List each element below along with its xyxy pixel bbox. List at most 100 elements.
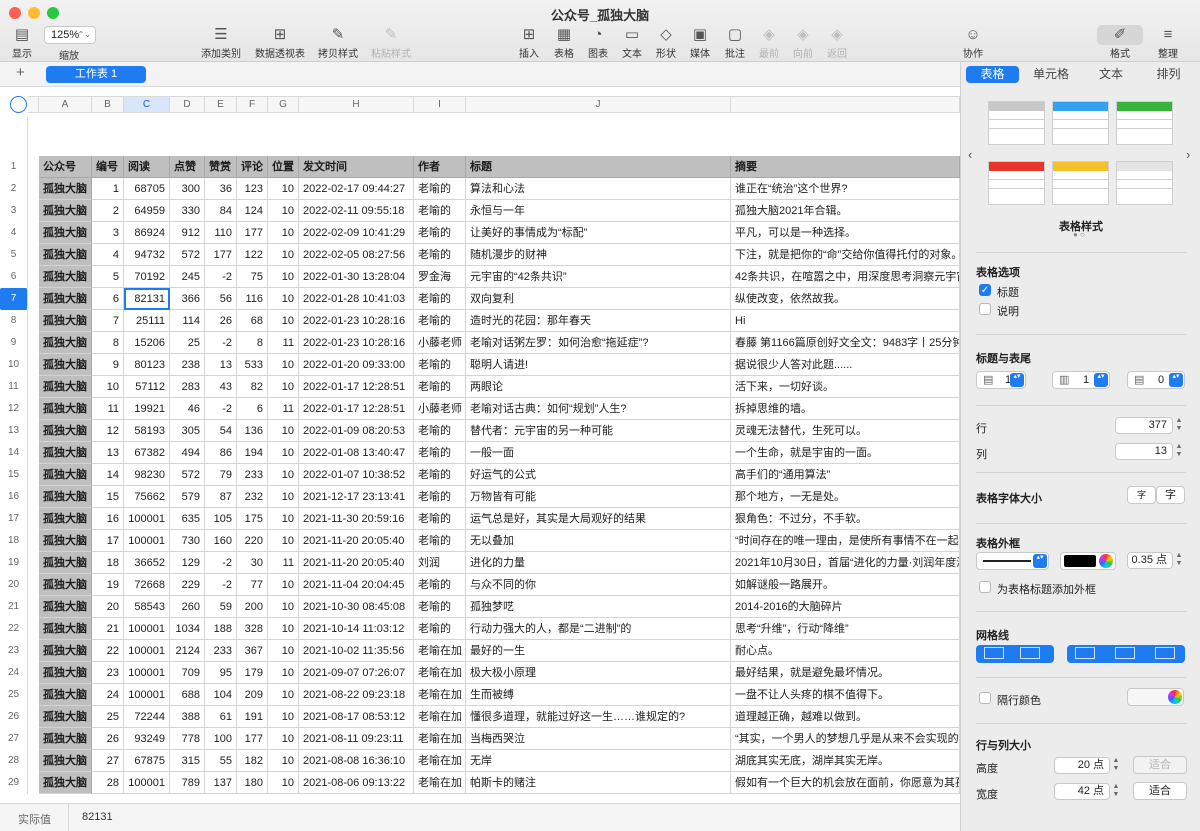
table-cell[interactable]: 10 bbox=[268, 244, 299, 266]
table-cell[interactable]: 283 bbox=[170, 376, 205, 398]
table-cell[interactable]: 10 bbox=[268, 772, 299, 794]
column-header-a[interactable]: A bbox=[39, 96, 92, 113]
row-header-cell[interactable]: 孤独大脑 bbox=[39, 266, 92, 288]
table-cell[interactable]: 72244 bbox=[124, 706, 170, 728]
table-cell[interactable]: 572 bbox=[170, 464, 205, 486]
line-width-stepper[interactable]: ▲ ▼ bbox=[1174, 552, 1184, 569]
table-cell[interactable]: 13 bbox=[205, 354, 237, 376]
table-cell[interactable]: 11 bbox=[268, 332, 299, 354]
table-cell[interactable]: 188 bbox=[205, 618, 237, 640]
row-header-cell[interactable]: 孤独大脑 bbox=[39, 706, 92, 728]
table-style-green[interactable] bbox=[1116, 101, 1173, 145]
table-cell[interactable]: 20 bbox=[92, 596, 124, 618]
table-cell[interactable]: 2022-01-07 10:38:52 bbox=[299, 464, 414, 486]
table-cell[interactable]: 2021-08-17 08:53:12 bbox=[299, 706, 414, 728]
table-cell[interactable]: 36 bbox=[205, 178, 237, 200]
table-cell[interactable]: 10 bbox=[268, 662, 299, 684]
add-category-button[interactable]: ☰ 添加类别 bbox=[199, 25, 243, 60]
row-header-cell[interactable]: 孤独大脑 bbox=[39, 310, 92, 332]
header-cell[interactable]: 位置 bbox=[268, 156, 299, 178]
table-cell[interactable]: 老喻的 bbox=[414, 486, 466, 508]
chart-button[interactable]: ◔ 图表 bbox=[586, 25, 610, 60]
row-number[interactable]: 25 bbox=[0, 684, 28, 706]
row-number[interactable]: 24 bbox=[0, 662, 28, 684]
table-cell[interactable]: 93249 bbox=[124, 728, 170, 750]
table-cell[interactable]: 13 bbox=[92, 442, 124, 464]
table-cell[interactable]: 95 bbox=[205, 662, 237, 684]
table-cell[interactable]: 假如有一个巨大的机会放在面前，你愿意为其孤 bbox=[731, 772, 960, 794]
table-cell[interactable]: 86924 bbox=[124, 222, 170, 244]
table-cell[interactable]: 元宇宙的“42条共识” bbox=[466, 266, 731, 288]
row-header-cell[interactable]: 孤独大脑 bbox=[39, 574, 92, 596]
rows-stepper[interactable]: ▲ ▼ bbox=[1174, 417, 1184, 434]
table-cell[interactable]: 730 bbox=[170, 530, 205, 552]
table-cell[interactable]: 46 bbox=[170, 398, 205, 420]
table-cell[interactable]: 330 bbox=[170, 200, 205, 222]
column-header-g[interactable]: G bbox=[268, 96, 299, 113]
tab-cell[interactable]: 单元格 bbox=[1023, 66, 1079, 83]
table-cell[interactable]: 帕斯卡的赌注 bbox=[466, 772, 731, 794]
table-cell[interactable]: 灵魂无法替代，生死可以。 bbox=[731, 420, 960, 442]
row-header-cell[interactable]: 孤独大脑 bbox=[39, 640, 92, 662]
table-cell[interactable]: 老喻的 bbox=[414, 618, 466, 640]
row-header-cell[interactable]: 孤独大脑 bbox=[39, 750, 92, 772]
table-cell[interactable]: 100001 bbox=[124, 772, 170, 794]
insert-button[interactable]: ⊞ 插入 bbox=[517, 25, 541, 60]
table-cell[interactable]: 10 bbox=[268, 574, 299, 596]
table-cell[interactable]: 56 bbox=[205, 288, 237, 310]
table-cell[interactable]: 2021-12-17 23:13:41 bbox=[299, 486, 414, 508]
row-header-cell[interactable]: 孤独大脑 bbox=[39, 552, 92, 574]
row-header-cell[interactable]: 孤独大脑 bbox=[39, 684, 92, 706]
table-cell[interactable]: 10 bbox=[268, 728, 299, 750]
row-header-cell[interactable]: 孤独大脑 bbox=[39, 244, 92, 266]
table-cell[interactable]: 10 bbox=[268, 508, 299, 530]
table-cell[interactable]: 无以叠加 bbox=[466, 530, 731, 552]
table-cell[interactable]: 260 bbox=[170, 596, 205, 618]
table-cell[interactable]: 10 bbox=[268, 530, 299, 552]
row-number[interactable]: 23 bbox=[0, 640, 28, 662]
row-number[interactable]: 20 bbox=[0, 574, 28, 596]
table-cell[interactable]: 10 bbox=[268, 464, 299, 486]
table-cell[interactable]: 77 bbox=[237, 574, 268, 596]
table-cell[interactable]: 据说很少人答对此题...... bbox=[731, 354, 960, 376]
table-cell[interactable]: 72668 bbox=[124, 574, 170, 596]
bring-front-button[interactable]: ◈ 最前 bbox=[757, 25, 781, 60]
table-cell[interactable]: 68 bbox=[237, 310, 268, 332]
table-cell[interactable]: 58193 bbox=[124, 420, 170, 442]
table-cell[interactable]: 刘润 bbox=[414, 552, 466, 574]
table-cell[interactable]: 100 bbox=[205, 728, 237, 750]
table-cell[interactable]: 2021-10-02 11:35:56 bbox=[299, 640, 414, 662]
table-cell[interactable]: 2022-02-09 10:41:29 bbox=[299, 222, 414, 244]
table-cell[interactable]: 27 bbox=[92, 750, 124, 772]
table-cell[interactable]: 110 bbox=[205, 222, 237, 244]
table-cell[interactable]: 67382 bbox=[124, 442, 170, 464]
table-cell[interactable]: 2022-01-20 09:33:00 bbox=[299, 354, 414, 376]
table-button[interactable]: ▦ 表格 bbox=[552, 25, 576, 60]
table-cell[interactable]: 随机漫步的财神 bbox=[466, 244, 731, 266]
column-header-d[interactable]: D bbox=[170, 96, 205, 113]
header-cell[interactable]: 作者 bbox=[414, 156, 466, 178]
row-number[interactable]: 27 bbox=[0, 728, 28, 750]
table-cell[interactable]: 58543 bbox=[124, 596, 170, 618]
table-cell[interactable]: 一盘不让人头疼的棋不值得下。 bbox=[731, 684, 960, 706]
table-cell[interactable]: 533 bbox=[237, 354, 268, 376]
tab-arrange[interactable]: 排列 bbox=[1143, 66, 1194, 83]
row-header-cell[interactable]: 孤独大脑 bbox=[39, 420, 92, 442]
table-cell[interactable]: 305 bbox=[170, 420, 205, 442]
row-header-cell[interactable]: 孤独大脑 bbox=[39, 662, 92, 684]
table-cell[interactable]: 61 bbox=[205, 706, 237, 728]
table-cell[interactable]: 谁正在“统治”这个世界? bbox=[731, 178, 960, 200]
table-cell[interactable]: 2021年10月30日，首届“进化的力量·刘润年度演 bbox=[731, 552, 960, 574]
tab-table[interactable]: 表格 bbox=[966, 66, 1019, 83]
bring-forward-button[interactable]: ◈ 向前 bbox=[791, 25, 815, 60]
fit-width-button[interactable]: 适合 bbox=[1133, 782, 1187, 800]
table-cell[interactable]: 191 bbox=[237, 706, 268, 728]
table-cell[interactable]: 如解谜般一路展开。 bbox=[731, 574, 960, 596]
table-cell[interactable]: 狠角色：不过分，不手软。 bbox=[731, 508, 960, 530]
table-cell[interactable]: 635 bbox=[170, 508, 205, 530]
table-cell[interactable]: 2021-09-07 07:26:07 bbox=[299, 662, 414, 684]
table-cell[interactable]: 春藤 第1166篇原创好文全文：9483字丨25分钟 bbox=[731, 332, 960, 354]
table-cell[interactable]: 59 bbox=[205, 596, 237, 618]
comment-button[interactable]: ▢ 批注 bbox=[723, 25, 747, 60]
table-cell[interactable]: 709 bbox=[170, 662, 205, 684]
